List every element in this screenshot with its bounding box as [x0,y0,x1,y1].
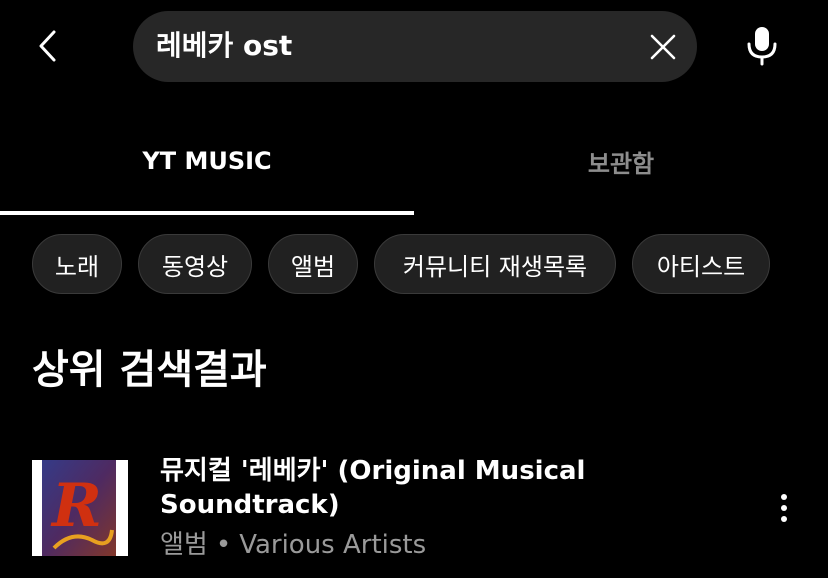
separator-dot: • [215,530,232,560]
search-bar [133,11,697,82]
result-subtitle: 앨범 • Various Artists [160,528,426,562]
chip-community-playlists[interactable]: 커뮤니티 재생목록 [374,234,616,294]
chip-songs[interactable]: 노래 [32,234,122,294]
result-title: 뮤지컬 '레베카' (Original Musical Soundtrack) [160,456,586,520]
tab-library[interactable]: 보관함 [414,136,828,186]
voice-search-button[interactable] [742,24,782,68]
chip-videos[interactable]: 동영상 [138,234,252,294]
more-options-button[interactable] [768,490,800,526]
chip-artists[interactable]: 아티스트 [632,234,770,294]
active-tab-indicator [0,211,414,215]
search-results-screen: YT MUSIC 보관함 노래 동영상 앨범 커뮤니티 재생목록 아티스트 상위… [0,0,828,578]
tab-yt-music[interactable]: YT MUSIC [0,136,414,186]
search-input[interactable] [156,25,636,67]
section-title: 상위 검색결과 [32,347,267,393]
close-icon [650,34,676,60]
chevron-left-icon [39,30,56,62]
microphone-icon [747,27,777,66]
clear-search-button[interactable] [647,31,679,63]
back-button[interactable] [30,26,66,66]
top-result-item[interactable]: R 뮤지컬 '레베카' (Original Musical Soundtrack… [0,450,828,568]
more-vert-icon [781,494,787,522]
thumbnail-letter: R [50,471,102,541]
album-thumbnail: R [32,460,128,556]
result-type: 앨범 [160,530,208,560]
result-artist: Various Artists [239,530,427,560]
chip-albums[interactable]: 앨범 [268,234,358,294]
